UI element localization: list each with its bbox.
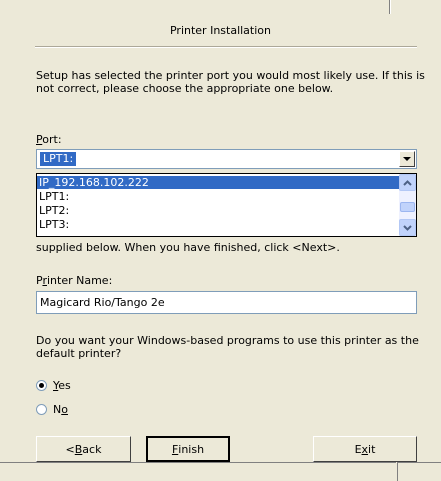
window-frame-edge-highlight [390, 0, 391, 14]
chevron-up-icon [403, 179, 412, 186]
window-frame-corner-h [397, 462, 441, 463]
exit-button[interactable]: Ex it [313, 436, 417, 462]
scroll-thumb[interactable] [400, 202, 415, 212]
back-button[interactable]: < Back [36, 436, 131, 462]
window-frame-bottom-edge [0, 462, 396, 463]
radio-yes[interactable]: Yes [36, 379, 71, 392]
combobox-dropdown-button[interactable] [399, 151, 415, 167]
port-label: Port: [36, 133, 62, 146]
port-combobox-value: LPT1: [38, 151, 78, 167]
scroll-down-button[interactable] [399, 219, 416, 236]
title-divider-highlight [35, 47, 417, 48]
window-frame-corner-v [397, 462, 398, 481]
radio-yes-indicator[interactable] [36, 380, 47, 391]
port-option-lpt1[interactable]: LPT1: [37, 190, 400, 203]
port-option-lpt3[interactable]: LPT3: [37, 218, 400, 231]
chevron-down-icon [403, 156, 411, 161]
chevron-down-icon [403, 224, 412, 231]
radio-yes-label: Yes [53, 379, 71, 392]
scroll-up-button[interactable] [399, 174, 416, 191]
radio-no-label: No [53, 403, 68, 416]
intro-text: Setup has selected the printer port you … [36, 69, 425, 95]
dialog-title: Printer Installation [169, 24, 271, 37]
port-option-lpt2[interactable]: LPT2: [37, 204, 400, 217]
finish-button[interactable]: Finish [146, 436, 230, 462]
dropdown-scrollbar[interactable] [399, 174, 416, 236]
radio-no-indicator[interactable] [36, 404, 47, 415]
port-option-ip[interactable]: IP_192.168.102.222 [37, 176, 400, 189]
instruction-text: supplied below. When you have finished, … [36, 241, 340, 254]
port-dropdown-list[interactable]: IP_192.168.102.222 LPT1: LPT2: LPT3: [36, 173, 417, 237]
default-printer-question: Do you want your Windows-based programs … [36, 334, 419, 360]
printer-name-input[interactable]: Magicard Rio/Tango 2e [36, 291, 417, 314]
radio-no[interactable]: No [36, 403, 68, 416]
printer-name-label: Printer Name: [36, 274, 113, 287]
window-frame-top [0, 0, 441, 14]
port-combobox[interactable]: LPT1: [36, 149, 417, 169]
window-frame-bottom [0, 462, 441, 481]
